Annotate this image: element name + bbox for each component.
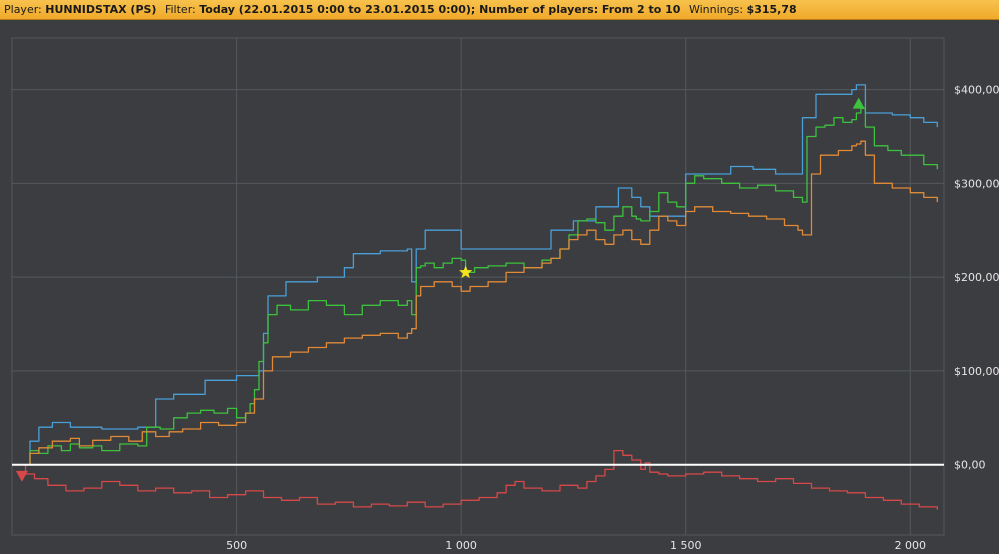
y-tick-label: $400,00 xyxy=(954,84,999,97)
markers xyxy=(15,97,865,482)
triangle-up-marker xyxy=(852,97,865,109)
x-tick-label: 500 xyxy=(226,539,247,552)
tick-labels: 500 1 000 1 500 2 000 $0,00 $100,00 $200,00 $30… xyxy=(226,84,999,552)
winnings-value: $315,78 xyxy=(746,3,797,16)
y-tick-label: $300,00 xyxy=(954,177,999,190)
x-tick-label: 1 500 xyxy=(670,539,702,552)
y-tick-label: $200,00 xyxy=(954,271,999,284)
x-tick-label: 2 000 xyxy=(895,539,927,552)
series-line-blue xyxy=(12,84,938,466)
y-tick-label: $100,00 xyxy=(954,365,999,378)
filter-bar: Player: HUNNIDSTAX (PS) Filter: Today (2… xyxy=(0,0,999,20)
x-tick-label: 1 000 xyxy=(445,539,477,552)
series-line-orange xyxy=(12,140,938,466)
player-value: HUNNIDSTAX (PS) xyxy=(45,3,157,16)
player-label: Player: xyxy=(4,3,42,16)
y-tick-label: $0,00 xyxy=(954,459,986,472)
series-line-red xyxy=(12,449,938,510)
filter-label: Filter: xyxy=(164,3,196,16)
winnings-chart: 500 1 000 1 500 2 000 $0,00 $100,00 $200,00 $30… xyxy=(11,37,999,552)
series-lines xyxy=(12,84,944,510)
triangle-down-marker xyxy=(15,470,28,482)
filter-value: Today (22.01.2015 0:00 to 23.01.2015 0:0… xyxy=(199,3,681,16)
winnings-label: Winnings: xyxy=(688,3,744,16)
